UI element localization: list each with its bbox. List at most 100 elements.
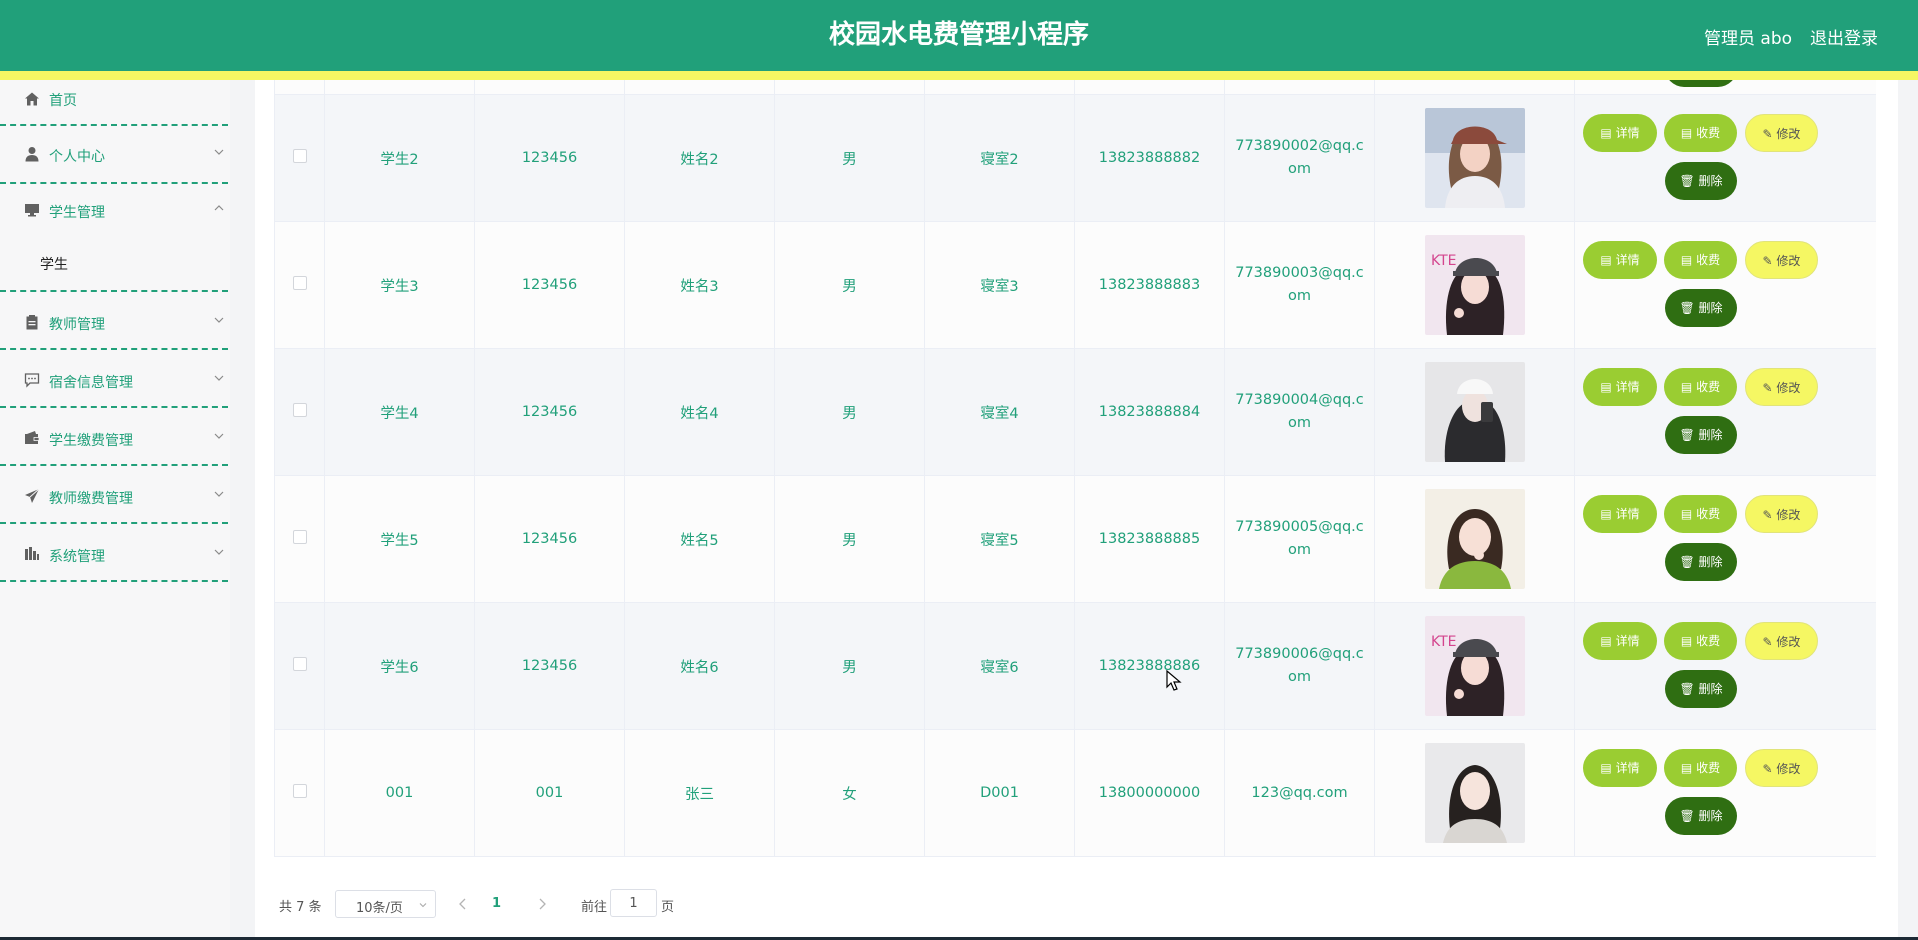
detail-button[interactable]: ▤ 详情: [1583, 622, 1657, 660]
delete-button[interactable]: 🗑 删除: [1665, 416, 1737, 454]
row-checkbox[interactable]: [292, 276, 307, 290]
name-cell: 张三: [624, 729, 775, 857]
table-cell: [1374, 94, 1575, 222]
account-cell: 学生6: [324, 602, 475, 730]
table-cell: ▤ 详情 ▤ 收费 ✎ 修改 🗑 删除: [1574, 602, 1876, 730]
submenu-item-student[interactable]: 学生: [0, 244, 228, 284]
delete-button[interactable]: 🗑 删除: [1665, 670, 1737, 708]
gender-cell: 男: [774, 602, 925, 730]
chevron-down-icon: [214, 491, 224, 497]
table-row: 学生6 123456 姓名6 男 寝室6 13823888886 7738900…: [274, 602, 1876, 730]
sidebar-item-dorm-management[interactable]: 宿舍信息管理: [0, 350, 228, 406]
sidebar-item-label: 首页: [49, 93, 77, 109]
collect-fee-button[interactable]: ▤ 收费: [1664, 749, 1737, 787]
sidebar-item-home[interactable]: 首页: [0, 80, 228, 124]
edit-button[interactable]: ✎ 修改: [1745, 495, 1818, 533]
chevron-left-icon: [459, 898, 466, 910]
table-cell: [274, 221, 325, 349]
email-cell: 773890005@qq.com: [1235, 519, 1364, 558]
detail-button[interactable]: ▤ 详情: [1583, 368, 1657, 406]
table-cell: [274, 348, 325, 476]
dorm-cell: 寝室2: [924, 94, 1075, 222]
collect-fee-button[interactable]: ▤ 收费: [1664, 622, 1737, 660]
email-cell: 773890002@qq.com: [1235, 138, 1364, 177]
chevron-down-icon: [214, 375, 224, 381]
delete-button[interactable]: 🗑 删除: [1665, 543, 1737, 581]
table-cell: 773890006@qq.com: [1224, 602, 1375, 730]
row-checkbox[interactable]: [292, 657, 307, 671]
edit-button[interactable]: ✎ 修改: [1745, 749, 1818, 787]
phone-cell: 13800000000: [1074, 729, 1225, 857]
sidebar-item-label: 系统管理: [49, 549, 105, 565]
collect-fee-button[interactable]: ▤ 收费: [1664, 114, 1737, 152]
detail-button[interactable]: ▤ 详情: [1583, 495, 1657, 533]
page-number-current[interactable]: 1: [492, 896, 501, 911]
sidebar-item-student-management[interactable]: 学生管理: [0, 184, 228, 232]
table-cell: 773890004@qq.com: [1224, 348, 1375, 476]
table-cell: ▤ 详情 ▤ 收费 ✎ 修改 🗑 删除: [1574, 348, 1876, 476]
email-cell: 773890003@qq.com: [1235, 265, 1364, 304]
send-icon: [25, 488, 40, 503]
edit-button[interactable]: ✎ 修改: [1745, 241, 1818, 279]
table-cell: [624, 80, 775, 95]
row-actions: ▤ 详情 ▤ 收费 ✎ 修改 🗑 删除: [1583, 108, 1876, 208]
detail-button[interactable]: ▤ 详情: [1583, 241, 1657, 279]
table-row: 学生5 123456 姓名5 男 寝室5 13823888885 7738900…: [274, 475, 1876, 603]
admin-label: 管理员 abo: [1704, 29, 1793, 49]
account-cell: 学生5: [324, 475, 475, 603]
goto-page-input[interactable]: [610, 889, 657, 917]
row-checkbox[interactable]: [292, 149, 307, 163]
menu-divider: [0, 580, 228, 582]
svg-text:KTE: KTE: [1431, 634, 1457, 650]
row-checkbox[interactable]: [292, 403, 307, 417]
chat-icon: [24, 373, 40, 388]
phone-cell: 13823888886: [1074, 602, 1225, 730]
edit-button[interactable]: ✎ 修改: [1745, 622, 1818, 660]
page-size-select[interactable]: 10条/页: [335, 890, 436, 918]
sidebar-item-teacher-management[interactable]: 教师管理: [0, 292, 228, 348]
sidebar-item-personal-center[interactable]: 个人中心: [0, 126, 228, 182]
edit-button[interactable]: ✎ 修改: [1745, 368, 1818, 406]
detail-button[interactable]: ▤ 详情: [1583, 749, 1657, 787]
next-page-button[interactable]: [531, 892, 553, 916]
account-cell: 学生4: [324, 348, 475, 476]
account-cell: 001: [324, 729, 475, 857]
table-cell: ▤ 详情 ▤ 收费 ✎ 修改 🗑 删除: [1574, 94, 1876, 222]
password-cell: 123456: [474, 475, 625, 603]
logout-link[interactable]: 退出登录: [1810, 24, 1878, 49]
table-cell: 123@qq.com: [1224, 729, 1375, 857]
table-cell: [1374, 348, 1575, 476]
goto-label: 前往: [581, 900, 608, 915]
table-cell: ▤ 详情 ▤ 收费 ✎ 修改 🗑 删除: [1574, 729, 1876, 857]
chart-bars-icon: [25, 547, 39, 560]
sidebar-item-system-management[interactable]: 系统管理: [0, 524, 228, 580]
phone-cell: 13823888884: [1074, 348, 1225, 476]
page-suffix: 页: [661, 900, 675, 915]
table-cell: [474, 80, 625, 95]
row-checkbox[interactable]: [292, 530, 307, 544]
row-checkbox[interactable]: [292, 784, 307, 798]
collect-fee-button[interactable]: ▤ 收费: [1664, 495, 1737, 533]
email-cell: 123@qq.com: [1251, 784, 1348, 801]
delete-button[interactable]: 🗑 删除: [1665, 797, 1737, 835]
delete-button[interactable]: 🗑 删除: [1665, 289, 1737, 327]
edit-button[interactable]: ✎ 修改: [1745, 114, 1818, 152]
table-cell: [1374, 475, 1575, 603]
prev-page-button[interactable]: [452, 892, 474, 916]
table-row: 001 001 张三 女 D001 13800000000 123@qq.com: [274, 729, 1876, 857]
table-cell: ▤ 详情 ▤ 收费 ✎ 修改 🗑 删除: [1574, 221, 1876, 349]
sidebar-item-label: 教师缴费管理: [49, 491, 133, 507]
delete-button[interactable]: [1665, 80, 1737, 87]
name-cell: 姓名5: [624, 475, 775, 603]
table-cell: [924, 80, 1075, 95]
email-cell: 773890006@qq.com: [1235, 646, 1364, 685]
collect-fee-button[interactable]: ▤ 收费: [1664, 241, 1737, 279]
name-cell: 姓名4: [624, 348, 775, 476]
detail-button[interactable]: ▤ 详情: [1583, 114, 1657, 152]
sidebar-item-teacher-payment[interactable]: 教师缴费管理: [0, 466, 228, 522]
table-cell: 773890003@qq.com: [1224, 221, 1375, 349]
collect-fee-button[interactable]: ▤ 收费: [1664, 368, 1737, 406]
sidebar-item-student-payment[interactable]: 学生缴费管理: [0, 408, 228, 464]
dorm-cell: D001: [924, 729, 1075, 857]
delete-button[interactable]: 🗑 删除: [1665, 162, 1737, 200]
